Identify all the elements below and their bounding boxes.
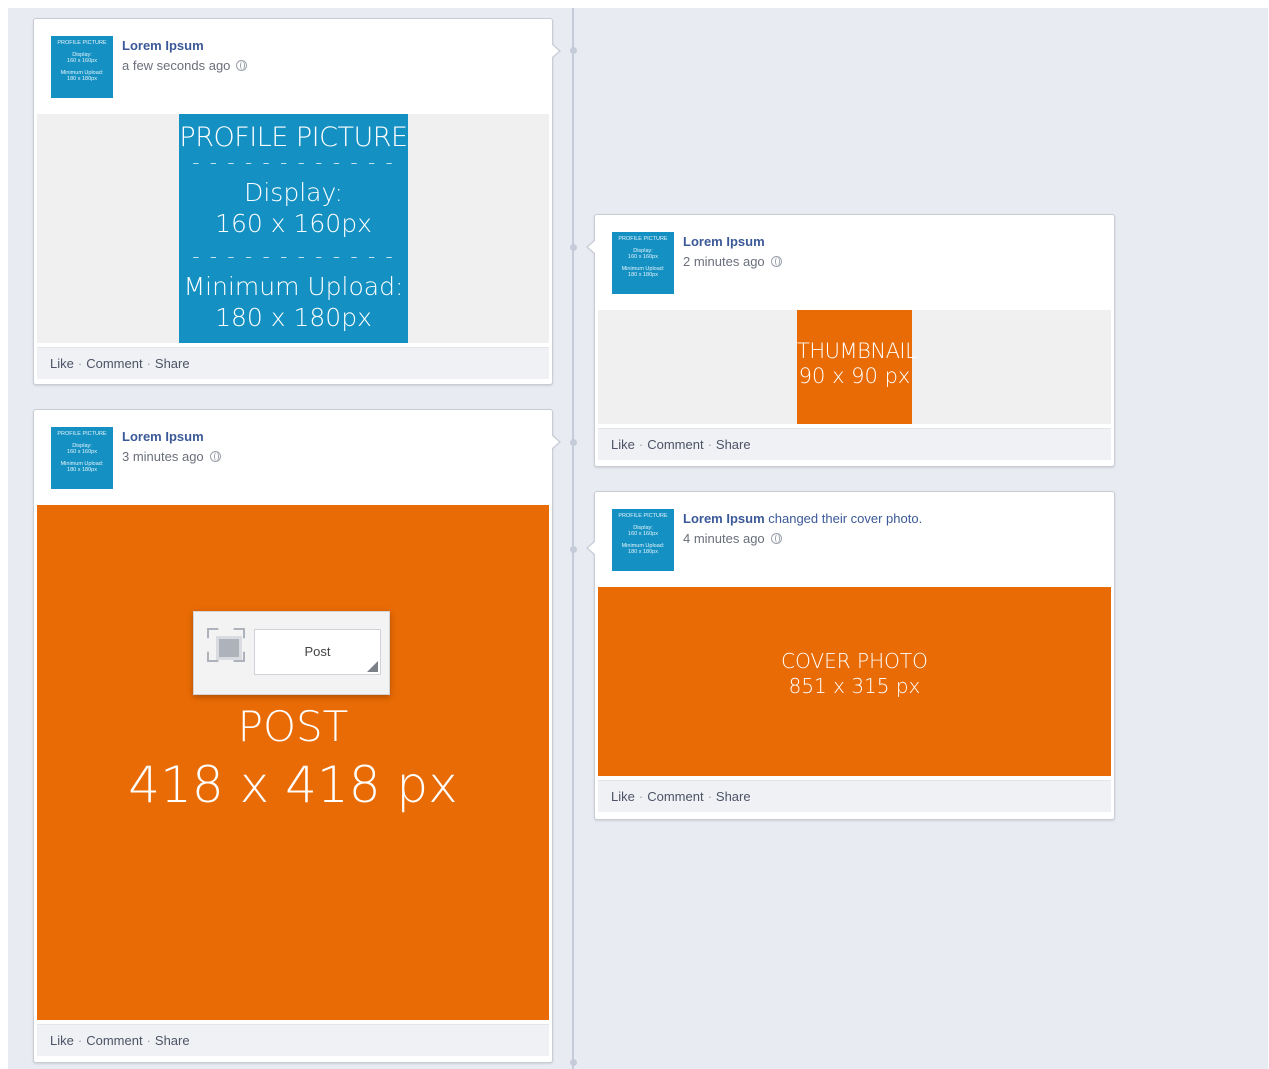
avatar-text: 180 x 180px (67, 76, 97, 83)
author-name-link[interactable]: Lorem Ipsum (122, 38, 204, 53)
separator: · (146, 1033, 151, 1048)
post-media[interactable]: Post POST 418 x 418 px (37, 505, 549, 1020)
timeline-post-post-image: PROFILE PICTURE Display: 160 x 160px Min… (33, 409, 561, 1063)
like-link[interactable]: Like (50, 356, 74, 371)
card-pointer (551, 434, 561, 450)
globe-icon[interactable] (236, 60, 248, 71)
timeline-post-cover-photo: PROFILE PICTURE Display: 160 x 160px Min… (586, 491, 1115, 820)
avatar-text: Minimum Upload: (60, 69, 104, 76)
card-pointer (586, 239, 596, 255)
separator: · (638, 437, 644, 452)
thumbnail-image[interactable]: THUMBNAIL 90 x 90 px (797, 310, 917, 424)
avatar-text: Display: (633, 524, 653, 531)
avatar[interactable]: PROFILE PICTURE Display: 160 x 160px Min… (51, 36, 113, 98)
like-link[interactable]: Like (50, 1033, 74, 1048)
image-divider: - - - - - - - - - - - - (192, 150, 395, 174)
timeline-post-profile-picture: PROFILE PICTURE Display: 160 x 160px Min… (33, 18, 561, 385)
post-image[interactable]: Post POST 418 x 418 px (37, 505, 549, 1020)
avatar-text: Display: (72, 442, 92, 449)
post-timestamp[interactable]: a few seconds ago (122, 58, 230, 73)
share-link[interactable]: Share (716, 437, 751, 452)
post-actions: Like · Comment · Share (598, 780, 1111, 812)
image-title: THUMBNAIL (797, 339, 917, 363)
post-actions: Like · Comment · Share (37, 1024, 549, 1056)
comment-link[interactable]: Comment (86, 1033, 142, 1048)
author-name-link[interactable]: Lorem Ipsum (683, 511, 765, 526)
post-media[interactable]: THUMBNAIL 90 x 90 px (598, 310, 1111, 424)
post-input[interactable]: Post (254, 629, 381, 675)
like-link[interactable]: Like (611, 437, 635, 452)
timeline-post-thumbnail: PROFILE PICTURE Display: 160 x 160px Min… (586, 214, 1115, 467)
post-action-text: changed their cover photo. (768, 511, 923, 526)
share-link[interactable]: Share (155, 1033, 190, 1048)
avatar-text: 180 x 180px (628, 549, 658, 556)
comment-link[interactable]: Comment (86, 356, 142, 371)
cover-photo-image[interactable]: COVER PHOTO 851 x 315 px (598, 587, 1111, 776)
image-upload-size: 180 x 180px (215, 303, 372, 332)
avatar-text: 160 x 160px (67, 58, 97, 65)
avatar-text: Display: (72, 51, 92, 58)
image-title: POST (237, 702, 349, 751)
post-timestamp[interactable]: 4 minutes ago (683, 531, 765, 546)
globe-icon[interactable] (770, 533, 782, 544)
profile-picture-image[interactable]: PROFILE PICTURE - - - - - - - - - - - - … (179, 114, 408, 343)
photo-icon[interactable] (207, 628, 245, 662)
comment-link[interactable]: Comment (647, 789, 703, 804)
image-title: COVER PHOTO (781, 649, 928, 673)
share-link[interactable]: Share (716, 789, 751, 804)
globe-icon[interactable] (770, 256, 782, 267)
post-media[interactable]: COVER PHOTO 851 x 315 px (598, 587, 1111, 776)
card-pointer (586, 540, 596, 556)
author-name-link[interactable]: Lorem Ipsum (683, 234, 765, 249)
avatar[interactable]: PROFILE PICTURE Display: 160 x 160px Min… (612, 509, 674, 571)
image-divider: - - - - - - - - - - - - (192, 244, 395, 268)
image-title: PROFILE PICTURE (179, 122, 408, 153)
card-pointer (551, 43, 561, 59)
image-size: 851 x 315 px (788, 674, 921, 698)
avatar-text: Minimum Upload: (621, 265, 665, 272)
avatar-text: Minimum Upload: (60, 460, 104, 467)
image-display-size: 160 x 160px (215, 209, 372, 238)
avatar-text: PROFILE PICTURE (618, 236, 668, 242)
post-actions: Like · Comment · Share (598, 428, 1111, 460)
timeline-dot (569, 47, 577, 54)
separator: · (146, 356, 151, 371)
image-display-label: Display: (244, 178, 343, 207)
separator: · (77, 1033, 83, 1048)
post-timestamp[interactable]: 2 minutes ago (683, 254, 765, 269)
image-size: 418 x 418 px (128, 756, 458, 814)
timeline-dot (569, 244, 577, 251)
separator: · (707, 789, 712, 804)
image-size: 90 x 90 px (798, 364, 911, 388)
avatar-text: Minimum Upload: (621, 542, 665, 549)
post-media[interactable]: PROFILE PICTURE - - - - - - - - - - - - … (37, 114, 549, 343)
avatar-text: PROFILE PICTURE (618, 513, 668, 519)
post-timestamp[interactable]: 3 minutes ago (122, 449, 204, 464)
avatar-text: 180 x 180px (67, 467, 97, 474)
avatar-text: 180 x 180px (628, 272, 658, 279)
globe-icon[interactable] (209, 451, 221, 462)
timeline-dot (569, 439, 577, 446)
avatar[interactable]: PROFILE PICTURE Display: 160 x 160px Min… (612, 232, 674, 294)
avatar-text: 160 x 160px (628, 254, 658, 261)
like-link[interactable]: Like (611, 789, 635, 804)
avatar-text: PROFILE PICTURE (57, 431, 107, 437)
separator: · (77, 356, 83, 371)
avatar[interactable]: PROFILE PICTURE Display: 160 x 160px Min… (51, 427, 113, 489)
author-name-link[interactable]: Lorem Ipsum (122, 429, 204, 444)
comment-link[interactable]: Comment (647, 437, 703, 452)
timeline-spine (572, 8, 574, 1069)
post-actions: Like · Comment · Share (37, 347, 549, 379)
share-link[interactable]: Share (155, 356, 190, 371)
post-composer: Post (193, 611, 390, 695)
avatar-text: 160 x 160px (67, 449, 97, 456)
separator: · (638, 789, 644, 804)
avatar-text: Display: (633, 247, 653, 254)
image-upload-label: Minimum Upload: (183, 272, 404, 301)
timeline-dot (569, 546, 577, 553)
avatar-text: 160 x 160px (628, 531, 658, 538)
timeline-dot (569, 1059, 577, 1066)
avatar-text: PROFILE PICTURE (57, 40, 107, 46)
separator: · (707, 437, 712, 452)
